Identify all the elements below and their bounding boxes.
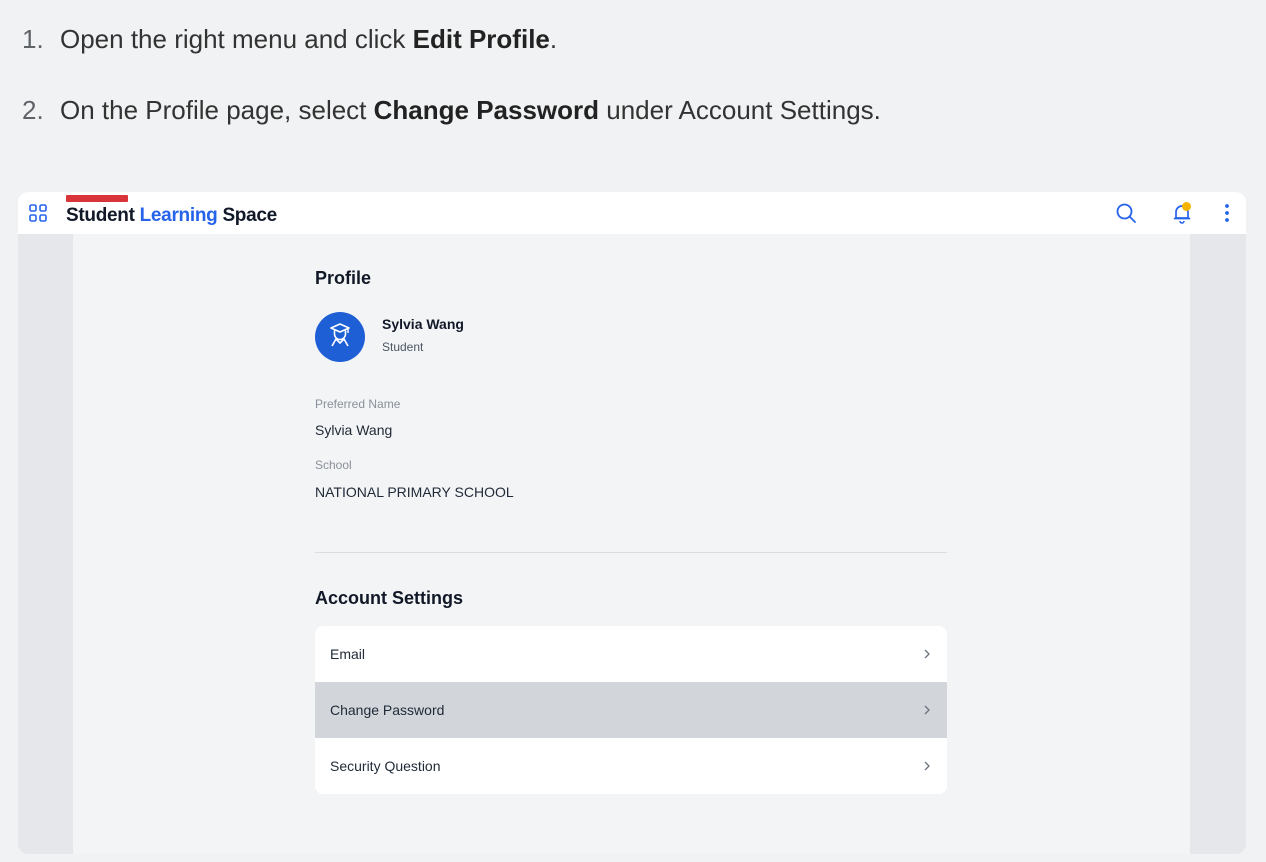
user-name: Sylvia Wang xyxy=(382,316,464,332)
app-logo[interactable]: Student Learning Space xyxy=(66,195,277,227)
step-text: On the Profile page, select Change Passw… xyxy=(60,95,881,125)
section-divider xyxy=(315,552,947,553)
preferred-name-label: Preferred Name xyxy=(315,397,401,411)
search-icon[interactable] xyxy=(1114,201,1138,225)
step-text: Open the right menu and click Edit Profi… xyxy=(60,24,558,54)
user-role: Student xyxy=(382,340,424,354)
graduate-icon xyxy=(325,320,355,355)
brand-name: Student Learning Space xyxy=(66,205,277,226)
settings-item-change-password[interactable]: Change Password xyxy=(315,682,947,738)
app-header: Student Learning Space xyxy=(18,192,1246,234)
settings-item-label: Security Question xyxy=(330,758,441,774)
avatar xyxy=(315,312,365,362)
instruction-steps: 1. Open the right menu and click Edit Pr… xyxy=(22,18,1222,131)
instruction-step-1: 1. Open the right menu and click Edit Pr… xyxy=(22,18,1222,60)
page-title: Profile xyxy=(315,268,372,288)
notification-badge xyxy=(1182,202,1191,211)
preferred-name-value: Sylvia Wang xyxy=(315,422,393,438)
settings-item-label: Change Password xyxy=(330,702,445,718)
school-value: NATIONAL PRIMARY SCHOOL xyxy=(315,484,514,500)
chevron-right-icon xyxy=(921,760,933,772)
step-emphasis: Edit Profile xyxy=(412,24,550,54)
more-vertical-icon[interactable] xyxy=(1215,201,1239,225)
chevron-right-icon xyxy=(921,704,933,716)
chevron-right-icon xyxy=(921,648,933,660)
step-number: 1. xyxy=(22,24,44,54)
instruction-step-2: 2. On the Profile page, select Change Pa… xyxy=(22,89,1222,131)
step-emphasis: Change Password xyxy=(373,95,600,125)
account-settings-list: Email Change Password Security Question xyxy=(315,626,947,794)
bell-icon[interactable] xyxy=(1170,201,1194,225)
step-number: 2. xyxy=(22,95,44,125)
app-screenshot: Student Learning Space Profile Sylvia Wa… xyxy=(18,192,1246,854)
settings-item-email[interactable]: Email xyxy=(315,626,947,682)
settings-item-security-question[interactable]: Security Question xyxy=(315,738,947,794)
account-settings-title: Account Settings xyxy=(315,588,464,608)
settings-item-label: Email xyxy=(330,646,366,662)
brand-tag xyxy=(66,195,128,202)
profile-page: Profile Sylvia Wang Student Preferred Na… xyxy=(73,234,1190,854)
school-label: School xyxy=(315,458,352,472)
grid-icon[interactable] xyxy=(28,203,48,223)
